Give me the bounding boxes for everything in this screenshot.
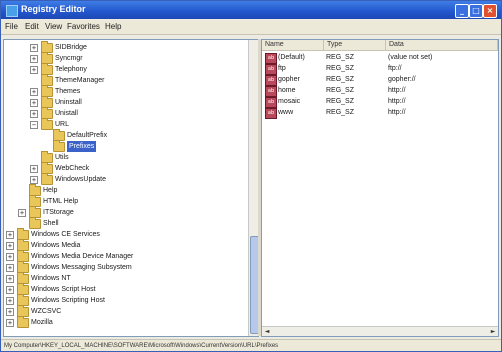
close-button[interactable]: × <box>483 4 497 18</box>
value-row[interactable]: ab www REG_SZ http:// <box>262 107 498 119</box>
expand-icon[interactable]: + <box>30 55 38 63</box>
menu-favorites[interactable]: Favorites <box>67 22 100 31</box>
expand-icon[interactable]: + <box>6 297 14 305</box>
tree-item-label: SIDBridge <box>55 44 87 51</box>
folder-icon <box>17 316 29 328</box>
scroll-left-arrow-icon[interactable]: ◄ <box>263 328 271 336</box>
maximize-button[interactable]: □ <box>469 4 483 18</box>
value-data-cell: http:// <box>388 98 406 105</box>
expand-icon[interactable]: + <box>6 319 14 327</box>
tree-item-label: WindowsUpdate <box>55 176 106 183</box>
folder-icon <box>29 217 41 229</box>
value-name-cell: mosaic <box>278 98 301 105</box>
expand-icon[interactable]: + <box>30 88 38 96</box>
column-header-data[interactable]: Data <box>386 40 498 51</box>
expand-icon[interactable]: + <box>30 99 38 107</box>
menu-edit[interactable]: Edit <box>25 22 39 31</box>
tree-item-label: Windows Media Device Manager <box>31 253 134 260</box>
menu-view[interactable]: View <box>45 22 62 31</box>
tree-item-label: WZCSVC <box>31 308 62 315</box>
tree-item-label: Windows Media <box>31 242 81 249</box>
tree-item-label: WebCheck <box>55 165 90 172</box>
column-header-name[interactable]: Name <box>262 40 324 51</box>
tree-item-label: Mozilla <box>31 319 53 326</box>
tree-item-label: HTML Help <box>43 198 79 205</box>
column-header-type[interactable]: Type <box>324 40 386 51</box>
registry-editor-icon <box>6 5 18 17</box>
value-name-cell: (Default) <box>278 54 305 61</box>
minimize-button[interactable]: _ <box>455 4 469 18</box>
registry-editor-window: Registry Editor _ □ × File Edit View Fav… <box>0 0 502 352</box>
tree-item-label: Windows Scripting Host <box>31 297 105 304</box>
tree-item-label: Windows Script Host <box>31 286 96 293</box>
tree-item-label: Telephony <box>55 66 87 73</box>
status-bar: My Computer\HKEY_LOCAL_MACHINE\SOFTWARE\… <box>1 339 501 351</box>
expand-icon[interactable]: + <box>6 286 14 294</box>
tree-item-label: Prefixes <box>67 141 97 152</box>
tree-item-label: Syncmgr <box>55 55 83 62</box>
tree-item-label: DefaultPrefix <box>67 132 108 139</box>
expand-icon[interactable]: + <box>6 231 14 239</box>
value-row[interactable]: ab ftp REG_SZ ftp:// <box>262 63 498 75</box>
value-data-cell: http:// <box>388 109 406 116</box>
expand-icon[interactable]: + <box>18 209 26 217</box>
tree-item-label: Themes <box>55 88 81 95</box>
tree-item-label: Help <box>43 187 58 194</box>
values-list-pane[interactable]: Name Type Data ab (Default) REG_SZ (value n… <box>261 39 499 337</box>
tree-item-label: Shell <box>43 220 59 227</box>
expand-icon[interactable]: + <box>6 242 14 250</box>
value-data-cell: ftp:// <box>388 65 402 72</box>
expand-icon[interactable]: + <box>6 275 14 283</box>
expand-icon[interactable]: + <box>6 308 14 316</box>
collapse-icon[interactable]: − <box>30 121 38 129</box>
title-bar[interactable]: Registry Editor _ □ × <box>1 1 501 19</box>
value-data-cell: (value not set) <box>388 54 433 61</box>
key-tree-pane[interactable]: + SIDBridge + Syncmgr + Telephony ThemeManager… <box>3 39 259 337</box>
value-row[interactable]: ab home REG_SZ http:// <box>262 85 498 97</box>
expand-icon[interactable]: + <box>6 253 14 261</box>
value-type-cell: REG_SZ <box>326 87 355 94</box>
expand-icon[interactable]: + <box>30 66 38 74</box>
value-name-cell: home <box>278 87 296 94</box>
value-type-cell: REG_SZ <box>326 76 355 83</box>
status-path: My Computer\HKEY_LOCAL_MACHINE\SOFTWARE\… <box>4 343 279 349</box>
tree-item-label: Utils <box>55 154 69 161</box>
tree-item-label: ThemeManager <box>55 77 105 84</box>
menu-help[interactable]: Help <box>105 22 121 31</box>
value-name-cell: ftp <box>278 65 286 72</box>
folder-icon <box>53 140 65 152</box>
expand-icon[interactable]: + <box>30 176 38 184</box>
tree-item-label: Unistall <box>55 110 78 117</box>
expand-icon[interactable]: + <box>30 44 38 52</box>
value-row[interactable]: ab (Default) REG_SZ (value not set) <box>262 52 498 64</box>
value-data-cell: http:// <box>388 87 406 94</box>
folder-icon <box>41 118 53 130</box>
window-title: Registry Editor <box>21 4 86 14</box>
menu-bar: File Edit View Favorites Help <box>1 20 501 35</box>
value-name-cell: gopher <box>278 76 300 83</box>
menu-file[interactable]: File <box>5 22 18 31</box>
tree-item-label: Windows Messaging Subsystem <box>31 264 132 271</box>
value-name-cell: www <box>278 109 294 116</box>
value-row[interactable]: ab gopher REG_SZ gopher:// <box>262 74 498 86</box>
string-value-icon: ab <box>265 108 277 119</box>
folder-icon <box>41 173 53 185</box>
expand-icon[interactable]: + <box>30 165 38 173</box>
tree-item-label: Uninstall <box>55 99 82 106</box>
scroll-right-arrow-icon[interactable]: ► <box>489 328 497 336</box>
value-type-cell: REG_SZ <box>326 98 355 105</box>
tree-item-label: Windows CE Services <box>31 231 100 238</box>
value-type-cell: REG_SZ <box>326 54 355 61</box>
value-type-cell: REG_SZ <box>326 65 355 72</box>
tree-item-label: Windows NT <box>31 275 71 282</box>
value-data-cell: gopher:// <box>388 76 416 83</box>
value-row[interactable]: ab mosaic REG_SZ http:// <box>262 96 498 108</box>
expand-icon[interactable]: + <box>30 110 38 118</box>
values-horizontal-scrollbar[interactable]: ◄ ► <box>262 326 498 336</box>
expand-icon[interactable]: + <box>6 264 14 272</box>
value-type-cell: REG_SZ <box>326 109 355 116</box>
tree-item-label: ITStorage <box>43 209 74 216</box>
